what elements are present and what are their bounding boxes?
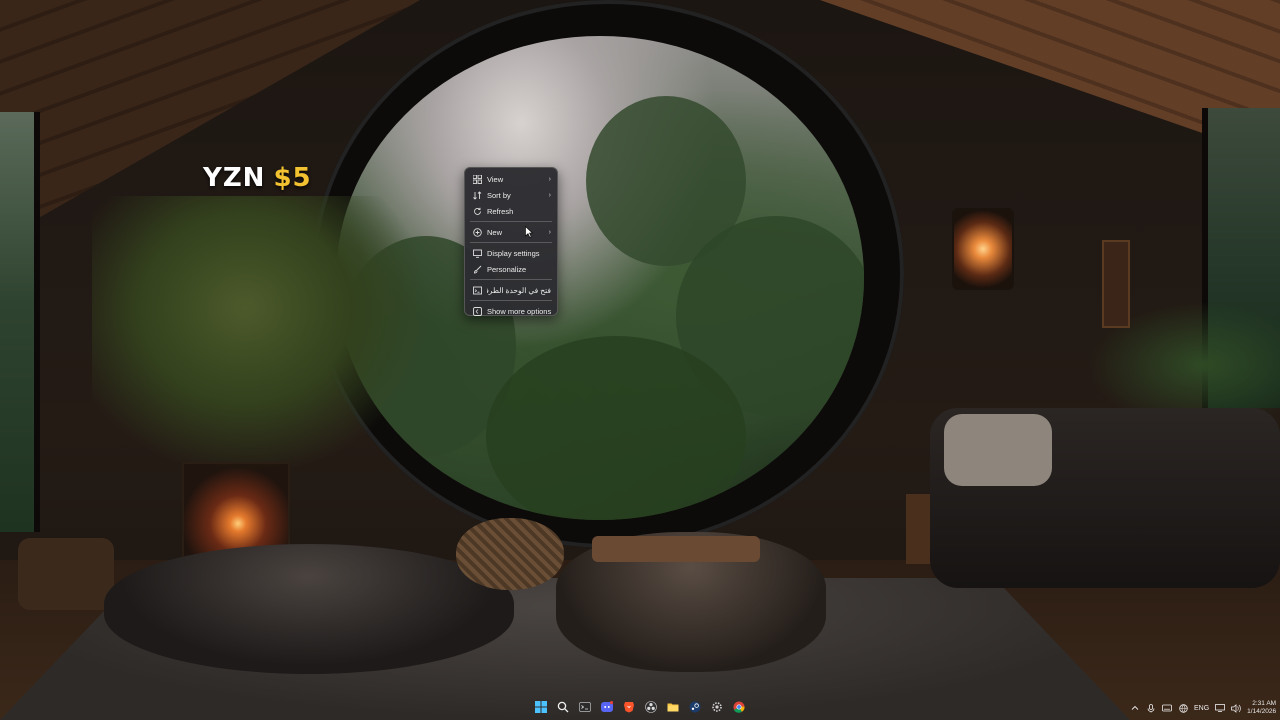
video-watermark: YZN $5 [203, 163, 312, 193]
taskbar-apps [533, 699, 747, 715]
language-indicator[interactable]: ENG [1194, 705, 1209, 712]
menu-separator [470, 279, 552, 280]
clock-time: 2:31 AM [1252, 700, 1277, 707]
wallpaper-window-left [0, 112, 40, 532]
menu-separator [470, 242, 552, 243]
display-icon [472, 248, 482, 258]
speaker-icon[interactable] [1231, 703, 1241, 713]
wallpaper-woven-pouf [456, 518, 564, 590]
settings-app-icon[interactable] [709, 699, 725, 715]
obs-icon[interactable] [643, 699, 659, 715]
refresh-icon [472, 206, 482, 216]
taskbar: ENG 2:31 AM 1/14/2026 [0, 696, 1280, 720]
wallpaper-wall-art [1102, 240, 1130, 328]
mouse-cursor-icon [525, 226, 533, 238]
desktop-wallpaper[interactable] [0, 0, 1280, 720]
menu-item-show-more-options[interactable]: Show more options [465, 303, 557, 319]
wallpaper-tufted-pouf [104, 544, 514, 674]
menu-item-refresh[interactable]: Refresh [465, 203, 557, 219]
chevron-right-icon: › [548, 228, 551, 236]
menu-item-new[interactable]: New › [465, 224, 557, 240]
chevron-right-icon: › [548, 191, 551, 199]
menu-separator [470, 300, 552, 301]
windows-start-icon[interactable] [533, 699, 549, 715]
menu-item-label: Personalize [487, 264, 527, 274]
watermark-price: $5 [273, 163, 312, 193]
terminal-icon [472, 285, 482, 295]
wallpaper-tree [486, 336, 746, 520]
steam-icon[interactable] [687, 699, 703, 715]
wallpaper-wall-lantern [952, 208, 1014, 290]
chrome-icon[interactable] [731, 699, 747, 715]
menu-item-label: Refresh [487, 206, 514, 216]
brush-icon [472, 264, 482, 274]
menu-item-personalize[interactable]: Personalize [465, 261, 557, 277]
system-tray: ENG 2:31 AM 1/14/2026 [1130, 696, 1280, 720]
menu-item-open-in-terminal[interactable]: فتح في الوحدة الطرفية [465, 282, 557, 298]
taskbar-clock[interactable]: 2:31 AM 1/14/2026 [1247, 700, 1276, 716]
menu-item-sort-by[interactable]: Sort by › [465, 187, 557, 203]
file-explorer-icon[interactable] [665, 699, 681, 715]
desktop-context-menu: View › Sort by › Refresh New › Display s… [464, 167, 558, 316]
menu-item-label: Show more options [487, 306, 551, 316]
menu-item-label: View [487, 174, 504, 184]
wallpaper-plant [92, 196, 432, 476]
wallpaper-basket [18, 538, 114, 610]
chevron-up-icon[interactable] [1130, 703, 1140, 713]
microphone-icon[interactable] [1146, 703, 1156, 713]
globe-icon[interactable] [1178, 703, 1188, 713]
menu-item-label: Sort by [487, 190, 511, 200]
menu-item-view[interactable]: View › [465, 171, 557, 187]
sort-icon [472, 190, 482, 200]
chevron-right-icon: › [548, 175, 551, 183]
menu-item-display-settings[interactable]: Display settings [465, 245, 557, 261]
wallpaper-sofa-pillow [944, 414, 1052, 486]
terminal-app-icon[interactable] [577, 699, 593, 715]
watermark-text: YZN [203, 163, 266, 193]
plus-circle-icon [472, 227, 482, 237]
wallpaper-tray [592, 536, 760, 562]
menu-item-label: Display settings [487, 248, 540, 258]
menu-separator [470, 221, 552, 222]
more-options-icon [472, 306, 482, 316]
brave-icon[interactable] [621, 699, 637, 715]
network-icon[interactable] [1215, 703, 1226, 713]
search-icon[interactable] [555, 699, 571, 715]
clock-date: 1/14/2026 [1247, 708, 1277, 715]
grid-icon [472, 174, 482, 184]
discord-icon[interactable] [599, 699, 615, 715]
menu-item-label: فتح في الوحدة الطرفية [487, 285, 551, 295]
keyboard-icon[interactable] [1162, 703, 1172, 713]
menu-item-label: New [487, 227, 503, 237]
